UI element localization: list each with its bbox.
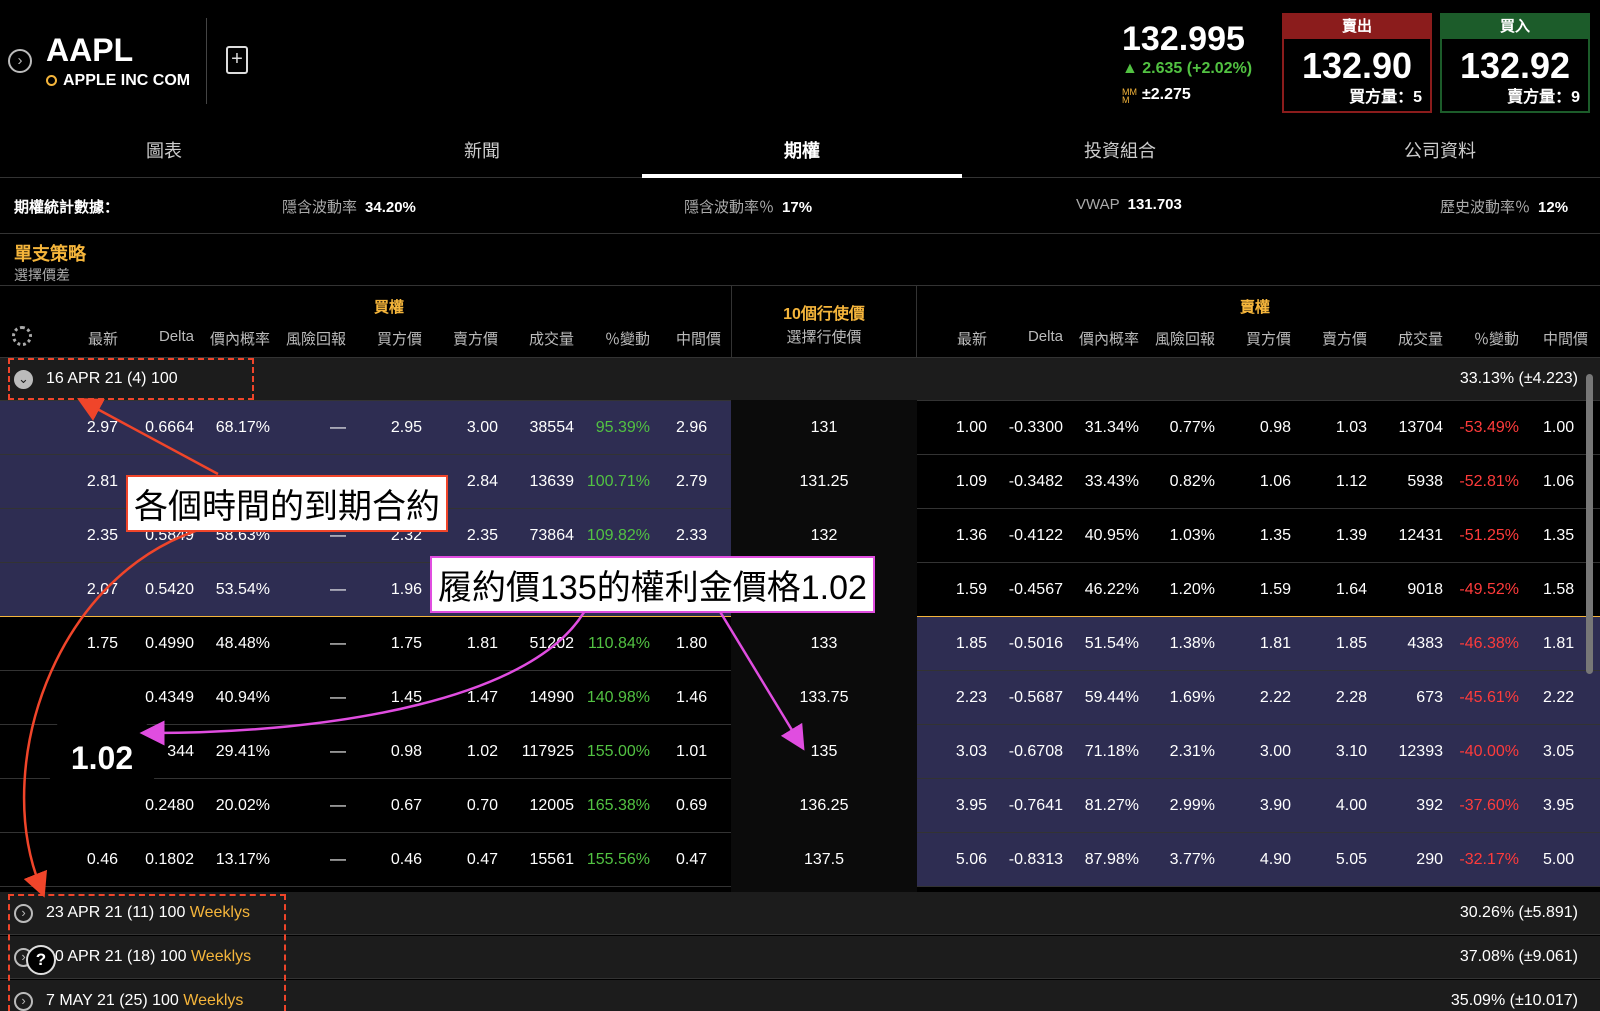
strike-price[interactable]: 131 bbox=[731, 419, 917, 437]
arrow-to-bubble bbox=[139, 604, 590, 746]
premium-annotation: 履約價135的權利金價格1.02 bbox=[430, 556, 875, 613]
strike-price[interactable]: 135 bbox=[731, 743, 917, 761]
expiry-annotation: 各個時間的到期合約 bbox=[126, 475, 448, 532]
arrow-to-strike bbox=[714, 604, 805, 751]
strike-price[interactable]: 133 bbox=[731, 635, 917, 653]
strike-price[interactable]: 132 bbox=[731, 527, 917, 545]
strike-price[interactable]: 133.75 bbox=[731, 689, 917, 707]
arrow-to-expiry bbox=[76, 398, 219, 476]
strike-price[interactable]: 131.25 bbox=[731, 473, 917, 491]
arrow-to-weeklys bbox=[22, 522, 221, 898]
strike-price[interactable]: 137.5 bbox=[731, 851, 917, 869]
strike-price[interactable]: 136.25 bbox=[731, 797, 917, 815]
